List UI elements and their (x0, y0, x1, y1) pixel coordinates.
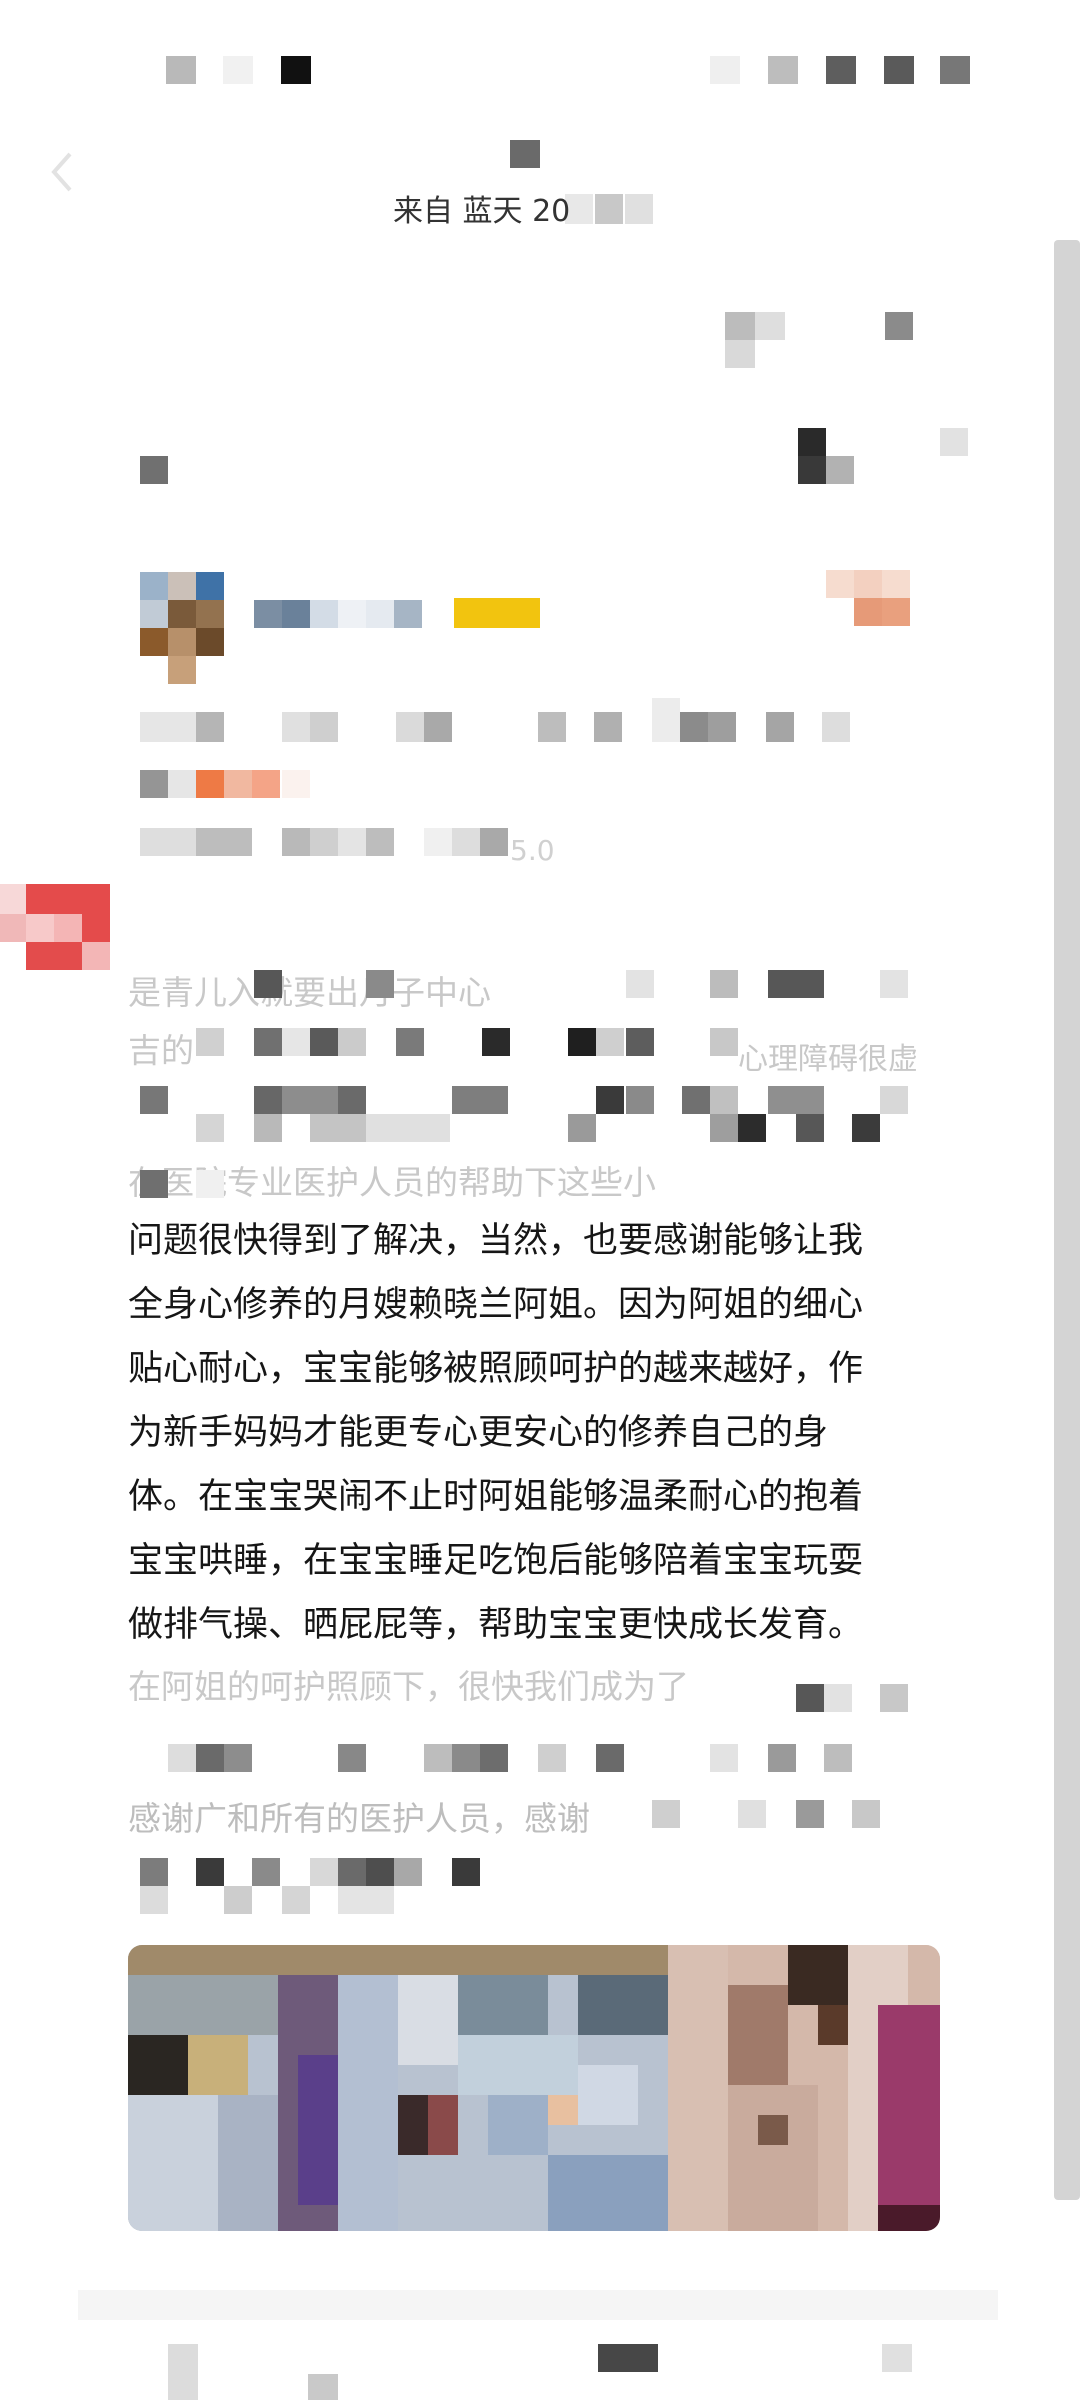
post-photo[interactable] (128, 1945, 940, 2231)
status-bar (0, 0, 1080, 120)
faded-text-line-5: 感谢广和所有的医护人员，感谢 (128, 1799, 590, 1838)
bottom-action-bar (78, 2290, 998, 2400)
app-version-text: 5.0 (510, 834, 555, 867)
faded-text-line-1: 是青儿入就要出月子中心 (128, 973, 491, 1012)
faded-text-line-2: 吉的 (128, 1031, 194, 1070)
post-body-line: 体。在宝宝哭闹不止时阿姐能够温柔耐心的抱着 (128, 1477, 864, 1517)
faded-text-line-2-right: 心理障碍很虚 (738, 1042, 918, 1077)
post-body-line: 宝宝哄睡，在宝宝睡足吃饱后能够陪着宝宝玩耍 (128, 1541, 864, 1581)
signal-icon (281, 56, 311, 84)
post-body-line: 问题很快得到了解决，当然，也要感谢能够让我 (128, 1221, 864, 1261)
photo-mosaic (128, 1945, 940, 2231)
scrollbar[interactable] (1054, 240, 1080, 2200)
faded-text-line-4: 在阿姐的呵护照顾下，很快我们成为了 (128, 1667, 689, 1706)
post-body-line: 贴心耐心，宝宝能够被照顾呵护的越来越好，作 (128, 1349, 864, 1389)
post-body-line: 做排气操、晒屁屁等，帮助宝宝更快成长发育。 (128, 1605, 864, 1645)
wifi-icon (768, 56, 798, 84)
post-body-line: 全身心修养的月嫂赖晓兰阿姐。因为阿姐的细心 (128, 1285, 864, 1325)
back-arrow-icon[interactable] (50, 150, 74, 194)
share-icon[interactable] (885, 312, 913, 340)
like-icon[interactable] (598, 2344, 658, 2372)
screen: 来自 蓝天 20 5.0 是青儿入就要出月子中心 吉的 心理障碍很虚 在医院专业… (0, 0, 1080, 2400)
vip-badge (454, 598, 540, 628)
comment-icon[interactable] (168, 2344, 198, 2400)
post-body-line: 为新手妈妈才能更专心更安心的修养自己的身 (128, 1413, 829, 1453)
more-icon[interactable] (882, 2344, 912, 2372)
post-source-label: 来自 蓝天 20 (393, 194, 571, 229)
battery-icon (884, 56, 914, 84)
post-body: 问题很快得到了解决，当然，也要感谢能够让我 全身心修养的月嫂赖晓兰阿姐。因为阿姐… (128, 1209, 958, 1657)
